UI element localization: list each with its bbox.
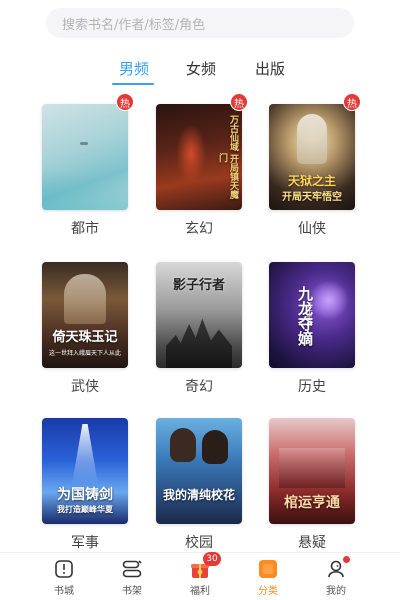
nav-label: 书城 — [54, 586, 74, 597]
category-label: 悬疑 — [298, 535, 326, 551]
category-item-xuanyi[interactable]: 棺运亨通 悬疑 — [269, 418, 355, 552]
tab-female[interactable]: 女频 — [186, 58, 216, 79]
category-item-xiaoyuan[interactable]: 我的清纯校花 校园 — [156, 418, 242, 552]
gift-icon: 30 — [189, 552, 221, 580]
category-label: 都市 — [71, 221, 99, 237]
nav-label: 书架 — [122, 586, 142, 597]
nav-label: 我的 — [326, 586, 346, 597]
category-icon — [257, 558, 279, 580]
cover-title: 倚天珠玉记 — [52, 330, 118, 345]
category-label: 武侠 — [71, 379, 99, 395]
hot-badge: 热 — [343, 93, 361, 111]
cover-subtitle: 五十年前 — [305, 302, 312, 326]
category-label: 玄幻 — [185, 221, 213, 237]
cover-title: 天狱之主 — [287, 174, 336, 188]
book-cover: 倚天珠玉记 这一世拜入峨眉天下人从此 — [42, 262, 128, 368]
bookstore-icon — [53, 558, 75, 580]
cover-title: 影子行者 — [172, 278, 225, 293]
cover-subtitle: 这一世拜入峨眉天下人从此 — [48, 350, 121, 357]
nav-label: 福利 — [190, 586, 210, 597]
category-item-xianxia[interactable]: 热 天狱之主 开局天牢悟空 仙侠 — [269, 93, 361, 238]
category-item-qihuan[interactable]: 影子行者 奇幻 — [156, 262, 242, 396]
book-cover: 我的清纯校花 — [156, 418, 242, 524]
category-item-junshi[interactable]: 为国铸剑 我打造巅峰华夏 军事 — [42, 418, 128, 552]
nav-bookshelf[interactable]: 书架 — [102, 558, 162, 597]
category-item-lishi[interactable]: 九龙夺嫡 五十年前 历史 — [269, 262, 355, 396]
cover-title: 万古仙域 开局镇天魔门 — [217, 114, 238, 200]
category-label: 校园 — [185, 535, 213, 551]
bookshelf-icon — [121, 558, 143, 580]
tab-active-indicator — [112, 83, 154, 85]
category-item-wuxia[interactable]: 倚天珠玉记 这一世拜入峨眉天下人从此 武侠 — [42, 262, 128, 396]
book-cover: 天狱之主 开局天牢悟空 — [269, 104, 355, 210]
search-placeholder: 搜索书名/作者/标签/角色 — [62, 17, 206, 33]
tab-publish[interactable]: 出版 — [255, 58, 285, 79]
tab-male[interactable]: 男频 — [119, 58, 149, 79]
book-cover: 影子行者 — [156, 262, 242, 368]
hot-badge: 热 — [230, 93, 248, 111]
profile-icon — [325, 556, 350, 580]
cover-subtitle: 开局天牢悟空 — [282, 192, 342, 203]
book-cover: 万古仙域 开局镇天魔门 — [156, 104, 242, 210]
bottom-nav: 书城 书架 30 福利 分类 我的 — [0, 552, 400, 600]
cover-title: 我的清纯校花 — [162, 488, 235, 502]
category-item-dushi[interactable]: 热 都市 — [42, 93, 134, 238]
cover-subtitle: 我打造巅峰华夏 — [57, 504, 113, 514]
welfare-badge: 30 — [203, 552, 221, 566]
nav-profile[interactable]: 我的 — [306, 556, 366, 597]
category-label: 历史 — [298, 379, 326, 395]
book-cover: 为国铸剑 我打造巅峰华夏 — [42, 418, 128, 524]
cover-title: 为国铸剑 — [57, 487, 113, 503]
category-tabs: 男频 女频 出版 — [0, 58, 400, 88]
search-input[interactable]: 搜索书名/作者/标签/角色 — [46, 8, 354, 38]
nav-label: 分类 — [258, 586, 278, 597]
nav-bookstore[interactable]: 书城 — [34, 558, 94, 597]
category-item-xuanhuan[interactable]: 热 万古仙域 开局镇天魔门 玄幻 — [156, 93, 248, 238]
nav-category[interactable]: 分类 — [238, 558, 298, 597]
book-cover — [42, 104, 128, 210]
cover-title: 棺运亨通 — [284, 495, 340, 511]
hot-badge: 热 — [116, 93, 134, 111]
category-label: 奇幻 — [185, 379, 213, 395]
book-cover: 九龙夺嫡 五十年前 — [269, 262, 355, 368]
nav-welfare[interactable]: 30 福利 — [170, 552, 230, 597]
category-label: 军事 — [71, 535, 99, 551]
notification-dot — [343, 556, 350, 563]
category-label: 仙侠 — [298, 221, 326, 237]
book-cover: 棺运亨通 — [269, 418, 355, 524]
